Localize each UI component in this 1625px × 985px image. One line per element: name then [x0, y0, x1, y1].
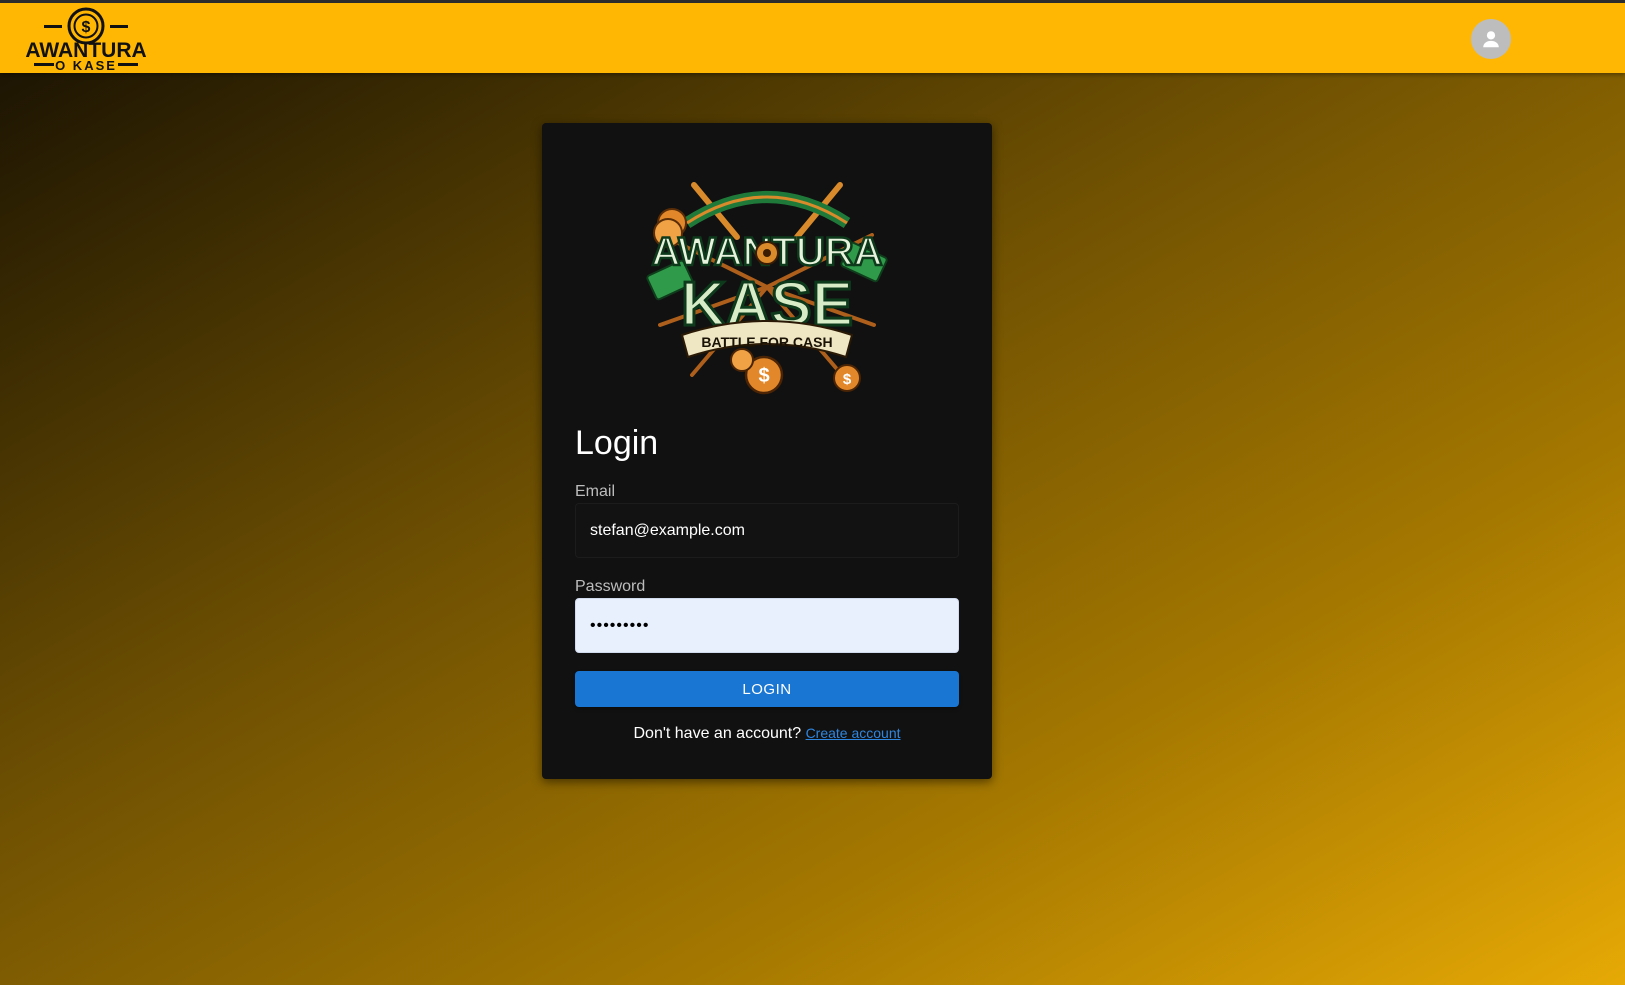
- brand-logo[interactable]: $ AWANTURA O KASE: [24, 6, 148, 72]
- login-button[interactable]: LOGIN: [575, 671, 959, 707]
- email-field[interactable]: [575, 503, 959, 558]
- create-account-link[interactable]: Create account: [806, 725, 901, 741]
- password-label: Password: [575, 578, 646, 595]
- svg-text:BATTLE FOR CASH: BATTLE FOR CASH: [701, 334, 832, 350]
- password-field[interactable]: [575, 598, 959, 653]
- login-card: AWANTURA KASE BATTLE FOR CASH $ $ Login …: [542, 123, 992, 779]
- app-bar: $ AWANTURA O KASE: [0, 3, 1625, 73]
- signup-prompt: Don't have an account? Create account: [542, 723, 992, 744]
- signup-prompt-text: Don't have an account?: [633, 725, 802, 742]
- person-icon: [1483, 31, 1499, 48]
- login-title: Login: [575, 424, 659, 462]
- svg-text:$: $: [82, 19, 91, 36]
- account-menu-button[interactable]: [1471, 19, 1511, 59]
- svg-text:O KASE: O KASE: [55, 58, 117, 72]
- game-emblem: AWANTURA KASE BATTLE FOR CASH $ $: [646, 182, 888, 395]
- email-label: Email: [575, 483, 616, 500]
- svg-text:$: $: [758, 365, 769, 387]
- svg-text:$: $: [843, 371, 852, 388]
